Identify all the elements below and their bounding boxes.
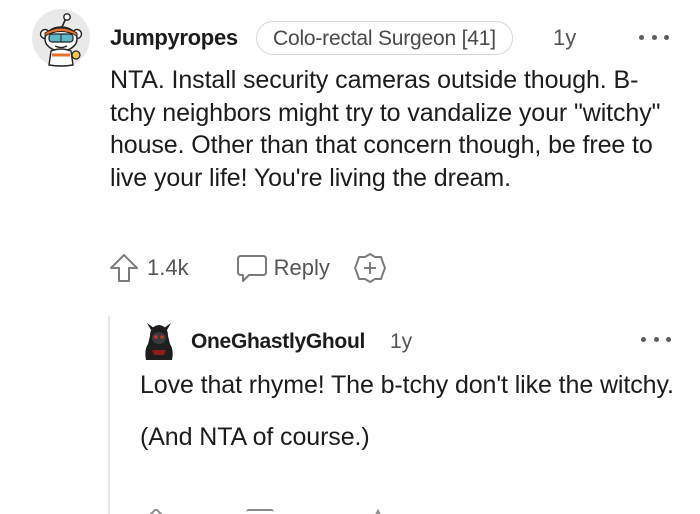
more-dot-icon xyxy=(651,34,657,40)
vote-count: 1.4k xyxy=(147,255,189,280)
comment-age[interactable]: 1y xyxy=(553,25,576,51)
user-flair: Colo-rectal Surgeon [41] xyxy=(256,21,513,55)
reply-more-options-button[interactable] xyxy=(641,332,671,346)
comment-body: NTA. Install security cameras outside th… xyxy=(110,66,661,192)
reply-paragraph: (And NTA of course.) xyxy=(140,423,370,451)
award-plus-icon xyxy=(353,253,386,283)
more-dot-icon xyxy=(639,34,644,40)
snoo-avatar-icon[interactable] xyxy=(32,9,90,67)
award-plus-icon[interactable] xyxy=(372,508,382,514)
comment-author[interactable]: Jumpyropes xyxy=(110,25,238,51)
upvote-arrow-peek-icon xyxy=(149,508,163,514)
give-award-button[interactable] xyxy=(353,252,386,284)
more-dot-icon xyxy=(641,336,646,342)
upvote-arrow-icon[interactable] xyxy=(144,508,163,514)
thread-collapse-line[interactable] xyxy=(108,316,110,514)
more-dot-icon xyxy=(664,34,669,40)
more-dot-icon xyxy=(666,336,671,342)
comment-action-bar: 1.4k Reply xyxy=(108,250,386,286)
more-options-button[interactable] xyxy=(639,30,669,44)
reply-age[interactable]: 1y xyxy=(390,330,412,354)
reply-body: Love that rhyme! The b-tchy don't like t… xyxy=(140,369,680,473)
upvote-button[interactable]: 1.4k xyxy=(108,252,189,284)
reply-paragraph: Love that rhyme! The b-tchy don't like t… xyxy=(140,371,674,399)
award-peek-icon xyxy=(375,508,381,514)
more-dot-icon xyxy=(653,336,659,342)
reply-author[interactable]: OneGhastlyGhoul xyxy=(191,330,365,354)
upvote-arrow-icon xyxy=(110,254,138,282)
speech-bubble-icon[interactable] xyxy=(246,509,274,514)
reply-label: Reply xyxy=(273,255,330,280)
reply-action-bar xyxy=(140,505,400,514)
ghoul-avatar-icon[interactable] xyxy=(140,322,178,362)
speech-bubble-icon xyxy=(236,255,267,282)
reply-button[interactable]: Reply xyxy=(235,252,330,284)
